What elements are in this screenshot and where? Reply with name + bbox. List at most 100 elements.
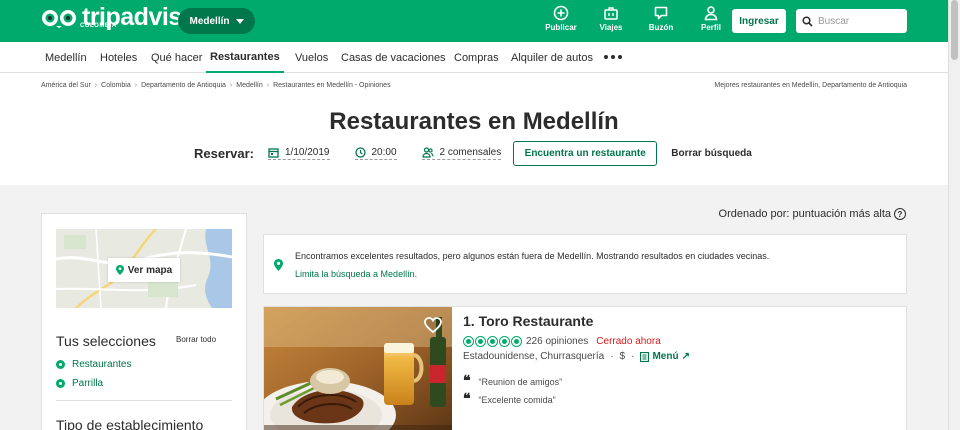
nav-item-restaurants[interactable]: Restaurantes — [206, 42, 284, 73]
restaurant-photo[interactable] — [264, 307, 452, 430]
selections-title: Tus selecciones — [56, 333, 156, 349]
search-input[interactable] — [818, 15, 902, 27]
price-range: $ — [619, 351, 626, 362]
breadcrumb-current: Restaurantes en Medellín - Opiniones — [273, 82, 391, 89]
scrollbar-thumb[interactable] — [951, 0, 958, 60]
time-value: 20:00 — [371, 147, 397, 158]
nav-item-shopping[interactable]: Compras — [454, 42, 499, 73]
map-preview[interactable]: Ver mapa — [56, 229, 232, 308]
menu-link[interactable]: Menú ↗ — [640, 351, 690, 362]
nav-item-things-to-do[interactable]: Qué hacer — [151, 42, 202, 73]
map-pin-icon — [115, 265, 124, 275]
cuisine-text: Estadounidense, Churrasquería — [463, 351, 605, 362]
chevron-right-icon: › — [266, 82, 270, 89]
page: tripadvisor COLOMBIA Medellín Publicar V… — [0, 0, 948, 430]
sort-selector[interactable]: Ordenado por: puntuación más alta ? — [719, 208, 906, 220]
chevron-right-icon: › — [134, 82, 138, 89]
chevron-down-icon — [235, 18, 244, 24]
rating-bubbles — [463, 336, 522, 347]
rating-row: 226 opiniones Cerrado ahora — [463, 336, 661, 347]
menu-label: Menú — [652, 351, 679, 362]
review-count-link[interactable]: 226 opiniones — [526, 336, 588, 347]
inbox-button[interactable]: Buzón — [636, 5, 686, 32]
restaurant-listing: 1. Toro Restaurante 226 opiniones Cerrad… — [263, 306, 907, 430]
divider — [56, 400, 232, 401]
profile-label: Perfil — [700, 23, 721, 32]
heart-save-icon[interactable] — [424, 317, 442, 333]
reserve-label: Reservar: — [194, 146, 254, 161]
breadcrumb-item[interactable]: América del Sur — [41, 82, 91, 89]
breadcrumb-item[interactable]: Medellín — [236, 82, 262, 89]
date-field[interactable]: 1/10/2019 — [268, 147, 330, 160]
rating-bubble-icon — [463, 336, 474, 347]
user-icon — [704, 6, 718, 21]
search-box[interactable] — [796, 9, 907, 33]
notice-text: Encontramos excelentes resultados, pero … — [295, 251, 770, 261]
cuisine-row: Estadounidense, Churrasquería · $ · Menú… — [463, 351, 690, 362]
results-notice: Encontramos excelentes resultados, pero … — [263, 234, 907, 294]
guests-field[interactable]: 2 comensales — [421, 147, 502, 160]
profile-button[interactable]: Perfil — [686, 5, 736, 32]
menu-book-icon — [640, 351, 650, 362]
rating-bubble-icon — [499, 336, 510, 347]
chevron-right-icon: › — [229, 82, 233, 89]
location-button[interactable]: Medellín — [178, 8, 255, 34]
filter-grill[interactable]: Parrilla — [56, 378, 103, 389]
breadcrumb: América del Sur › Colombia › Departament… — [41, 82, 391, 89]
publish-button[interactable]: Publicar — [536, 5, 586, 32]
filter-label: Parrilla — [72, 378, 104, 389]
page-title: Restaurantes en Medellín — [329, 108, 619, 135]
trips-button[interactable]: Viajes — [586, 5, 636, 32]
more-nav-button[interactable] — [604, 55, 622, 59]
map-pin-icon — [274, 259, 283, 271]
main-nav: Medellín Hoteles Qué hacer Restaurantes … — [0, 42, 948, 73]
chevron-right-icon: › — [94, 82, 98, 89]
people-icon — [421, 147, 434, 158]
view-map-label: Ver mapa — [127, 264, 173, 276]
clear-search-button[interactable]: Borrar búsqueda — [671, 148, 752, 159]
login-button[interactable]: Ingresar — [732, 9, 786, 33]
review-snippet[interactable]: ❝ “Reunion de amigos” — [463, 374, 563, 389]
find-restaurant-button[interactable]: Encuentra un restaurante — [513, 141, 658, 166]
guests-value: 2 comensales — [439, 147, 502, 158]
search-icon — [802, 15, 813, 27]
restaurant-name[interactable]: 1. Toro Restaurante — [463, 313, 593, 329]
separator: · — [631, 351, 635, 362]
clock-icon — [354, 147, 366, 158]
open-status: Cerrado ahora — [596, 336, 661, 347]
snippet-text: “Reunion de amigos” — [478, 377, 563, 387]
filter-restaurants[interactable]: Restaurantes — [56, 359, 131, 370]
publish-label: Publicar — [545, 23, 577, 32]
nav-item-car-rental[interactable]: Alquiler de autos — [511, 42, 593, 73]
filter-sidebar: Ver mapa Tus selecciones Borrar todo Res… — [41, 213, 247, 430]
radio-selected-icon — [56, 379, 65, 388]
owl-logo-icon — [40, 6, 78, 28]
sort-label: Ordenado por: puntuación más alta — [718, 208, 891, 220]
logo-country: COLOMBIA — [80, 23, 117, 29]
page-scrollbar[interactable] — [948, 0, 960, 430]
quote-icon: ❝ — [463, 374, 471, 389]
location-label: Medellín — [189, 15, 230, 27]
snippet-text: “Excelente comida” — [478, 395, 556, 405]
time-field[interactable]: 20:00 — [354, 147, 397, 160]
breadcrumb-item[interactable]: Departamento de Antioquia — [141, 82, 226, 89]
chat-bubble-icon — [654, 6, 668, 20]
nav-item-medellin[interactable]: Medellín — [45, 42, 87, 73]
filter-label: Restaurantes — [72, 359, 132, 370]
review-snippet[interactable]: ❝ “Excelente comida” — [463, 393, 556, 407]
clear-all-button[interactable]: Borrar todo — [176, 335, 216, 344]
nav-item-flights[interactable]: Vuelos — [295, 42, 328, 73]
help-icon[interactable]: ? — [894, 208, 906, 220]
hero-section: América del Sur › Colombia › Departament… — [0, 73, 948, 185]
breadcrumb-item[interactable]: Colombia — [101, 82, 131, 89]
rating-bubble-icon — [475, 336, 486, 347]
view-map-button[interactable]: Ver mapa — [108, 258, 180, 282]
separator: · — [610, 351, 614, 362]
nav-item-hotels[interactable]: Hoteles — [100, 42, 137, 73]
trips-label: Viajes — [599, 23, 623, 32]
limit-search-link[interactable]: Limita la búsqueda a Medellín. — [295, 269, 417, 279]
rating-bubble-icon — [487, 336, 498, 347]
nav-item-vacation-rentals[interactable]: Casas de vacaciones — [341, 42, 446, 73]
radio-selected-icon — [56, 360, 65, 369]
establishment-type-title: Tipo de establecimiento — [56, 417, 204, 430]
